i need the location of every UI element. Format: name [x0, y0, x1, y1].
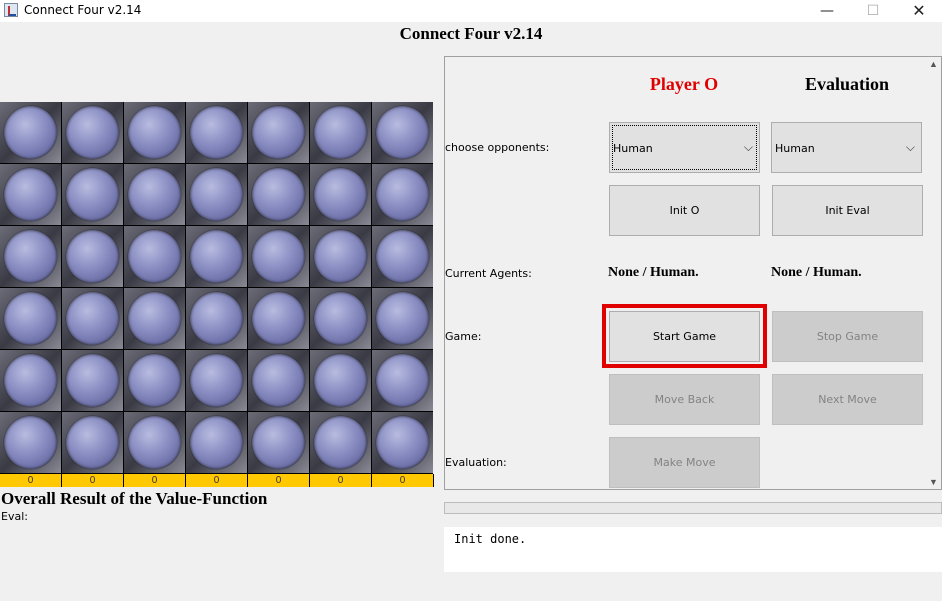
eval-label: Eval:: [1, 510, 28, 523]
column-count: 0: [248, 474, 310, 487]
board-cell[interactable]: [310, 412, 371, 473]
board-cell[interactable]: [62, 350, 123, 411]
move-back-button[interactable]: Move Back: [609, 374, 760, 425]
column-count: 0: [62, 474, 124, 487]
column-count: 0: [310, 474, 372, 487]
board-cell[interactable]: [310, 226, 371, 287]
evaluation-label: Evaluation:: [445, 456, 507, 469]
board-cell[interactable]: [310, 288, 371, 349]
title-bar: Connect Four v2.14 — ☐ ✕: [0, 0, 942, 22]
connect-four-window: Connect Four v2.14 — ☐ ✕ Connect Four v2…: [0, 0, 942, 601]
board-cell[interactable]: [310, 102, 371, 163]
board-cell[interactable]: [62, 164, 123, 225]
result-title: Overall Result of the Value-Function: [1, 489, 268, 508]
board-cell[interactable]: [186, 288, 247, 349]
player-o-header: Player O: [649, 74, 719, 94]
column-count: 0: [186, 474, 248, 487]
board-cell[interactable]: [0, 350, 61, 411]
horizontal-scrollbar[interactable]: [444, 502, 942, 514]
board-cell[interactable]: [0, 164, 61, 225]
board-cell[interactable]: [124, 288, 185, 349]
evaluation-opponent-value: Human: [775, 142, 815, 155]
board-cell[interactable]: [248, 350, 309, 411]
board-cell[interactable]: [372, 226, 433, 287]
player-o-opponent-value: Human: [613, 142, 653, 155]
board-cell[interactable]: [372, 288, 433, 349]
player-o-opponent-select[interactable]: Human ⌵: [609, 122, 760, 173]
current-agents-label: Current Agents:: [445, 267, 532, 280]
column-count: 0: [372, 474, 434, 487]
scroll-up-arrow-icon[interactable]: ▲: [929, 59, 938, 69]
board-cell[interactable]: [62, 102, 123, 163]
board-cell[interactable]: [124, 226, 185, 287]
board-cell[interactable]: [186, 102, 247, 163]
maximize-button[interactable]: ☐: [850, 0, 896, 22]
evaluation-opponent-select[interactable]: Human ⌵: [771, 122, 922, 173]
board-cell[interactable]: [62, 412, 123, 473]
board-cell[interactable]: [0, 288, 61, 349]
board-cell[interactable]: [186, 226, 247, 287]
start-game-button[interactable]: Start Game: [609, 311, 760, 362]
scroll-down-arrow-icon[interactable]: ▼: [929, 477, 938, 487]
board-cell[interactable]: [124, 350, 185, 411]
board-cell[interactable]: [186, 164, 247, 225]
stop-game-button[interactable]: Stop Game: [772, 311, 923, 362]
board-cell[interactable]: [310, 350, 371, 411]
board-cell[interactable]: [372, 102, 433, 163]
close-button[interactable]: ✕: [896, 0, 942, 22]
vertical-scrollbar[interactable]: ▲ ▼: [925, 57, 941, 489]
board-cell[interactable]: [0, 412, 61, 473]
board-cell[interactable]: [248, 226, 309, 287]
board-cell[interactable]: [124, 164, 185, 225]
board-cell[interactable]: [248, 412, 309, 473]
window-title: Connect Four v2.14: [24, 3, 142, 17]
board-cell[interactable]: [62, 288, 123, 349]
board-cell[interactable]: [0, 226, 61, 287]
board-cell[interactable]: [186, 350, 247, 411]
init-eval-button[interactable]: Init Eval: [772, 185, 923, 236]
evaluation-agent: None / Human.: [771, 265, 862, 280]
board-cell[interactable]: [124, 102, 185, 163]
board-cell[interactable]: [372, 164, 433, 225]
board-cell[interactable]: [372, 350, 433, 411]
board-cell[interactable]: [62, 226, 123, 287]
next-move-button[interactable]: Next Move: [772, 374, 923, 425]
game-board[interactable]: [0, 102, 433, 474]
make-move-button[interactable]: Make Move: [609, 437, 760, 488]
player-o-agent: None / Human.: [608, 265, 699, 280]
log-area: Init done.: [444, 527, 942, 572]
evaluation-header: Evaluation: [804, 74, 890, 94]
main-title: Connect Four v2.14: [399, 24, 543, 43]
column-count-bar: 0000000: [0, 474, 434, 487]
choose-opponents-label: choose opponents:: [445, 141, 550, 154]
java-app-icon: [4, 3, 18, 17]
board-cell[interactable]: [310, 164, 371, 225]
board-cell[interactable]: [248, 288, 309, 349]
column-count: 0: [0, 474, 62, 487]
board-cell[interactable]: [248, 164, 309, 225]
board-cell[interactable]: [186, 412, 247, 473]
board-cell[interactable]: [0, 102, 61, 163]
board-cell[interactable]: [372, 412, 433, 473]
minimize-button[interactable]: —: [804, 0, 850, 22]
game-label: Game:: [445, 330, 482, 343]
board-cell[interactable]: [124, 412, 185, 473]
board-cell[interactable]: [248, 102, 309, 163]
chevron-down-icon: ⌵: [743, 140, 753, 154]
chevron-down-icon: ⌵: [905, 140, 915, 154]
column-count: 0: [124, 474, 186, 487]
log-text: Init done.: [454, 532, 527, 546]
init-o-button[interactable]: Init O: [609, 185, 760, 236]
